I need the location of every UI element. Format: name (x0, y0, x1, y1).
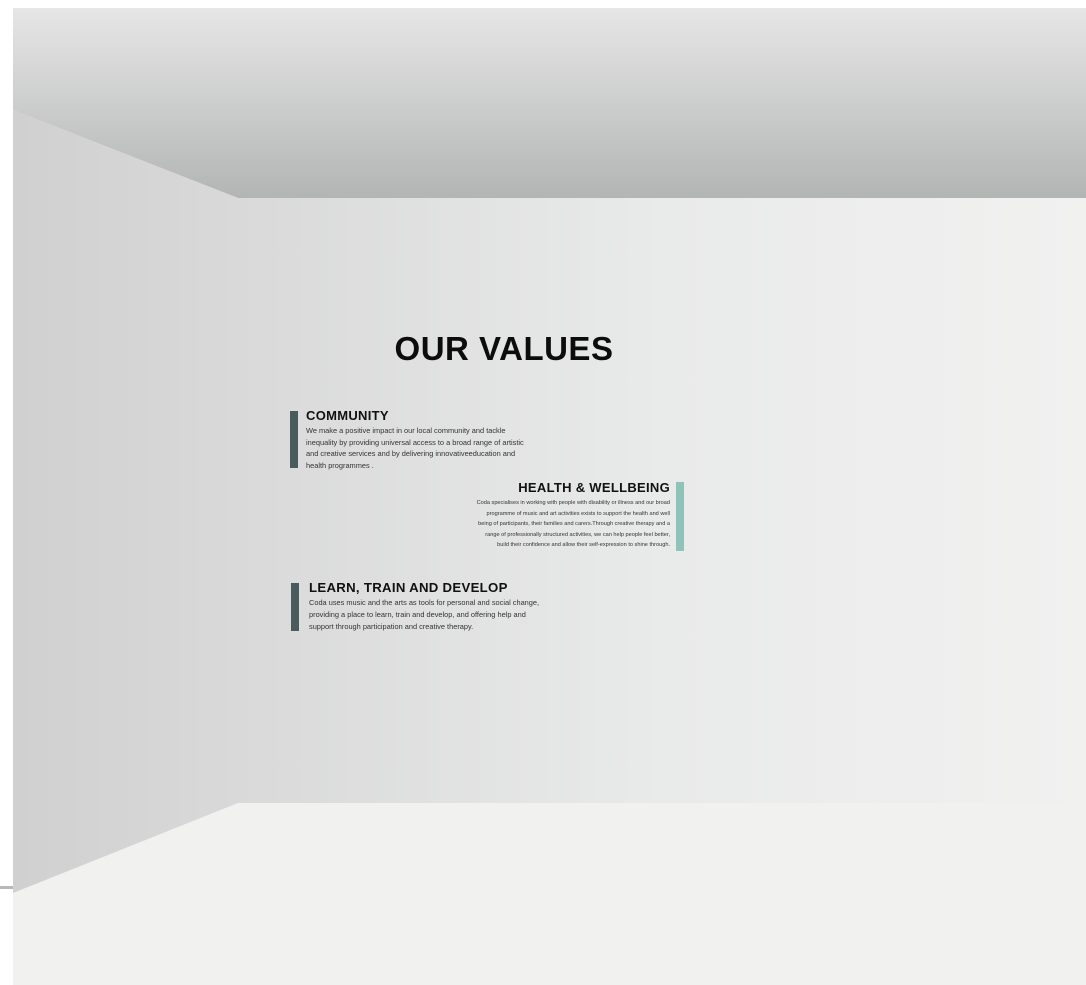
learn-accent-bar (291, 583, 299, 631)
health-accent-bar (676, 482, 684, 551)
page-title: OUR VALUES (394, 330, 614, 367)
value-text: Coda uses music and the arts as tools fo… (309, 598, 540, 631)
value-learn-train-develop: LEARN, TRAIN AND DEVELOP Coda uses music… (309, 581, 559, 632)
value-text: Coda specialises in working with people … (476, 500, 670, 549)
value-heading: HEALTH & WELLBEING (518, 480, 670, 495)
value-heading: COMMUNITY (306, 408, 389, 423)
edge-mark (0, 886, 13, 889)
value-text: We make a positive impact in our local c… (306, 426, 524, 471)
community-accent-bar (290, 411, 298, 468)
ceiling (13, 8, 1086, 198)
value-heading: LEARN, TRAIN AND DEVELOP (309, 580, 508, 595)
left-wall (13, 110, 238, 893)
value-health-wellbeing: HEALTH & WELLBEING Coda specialises in w… (430, 481, 670, 551)
value-community: COMMUNITY We make a positive impact in o… (306, 409, 546, 472)
